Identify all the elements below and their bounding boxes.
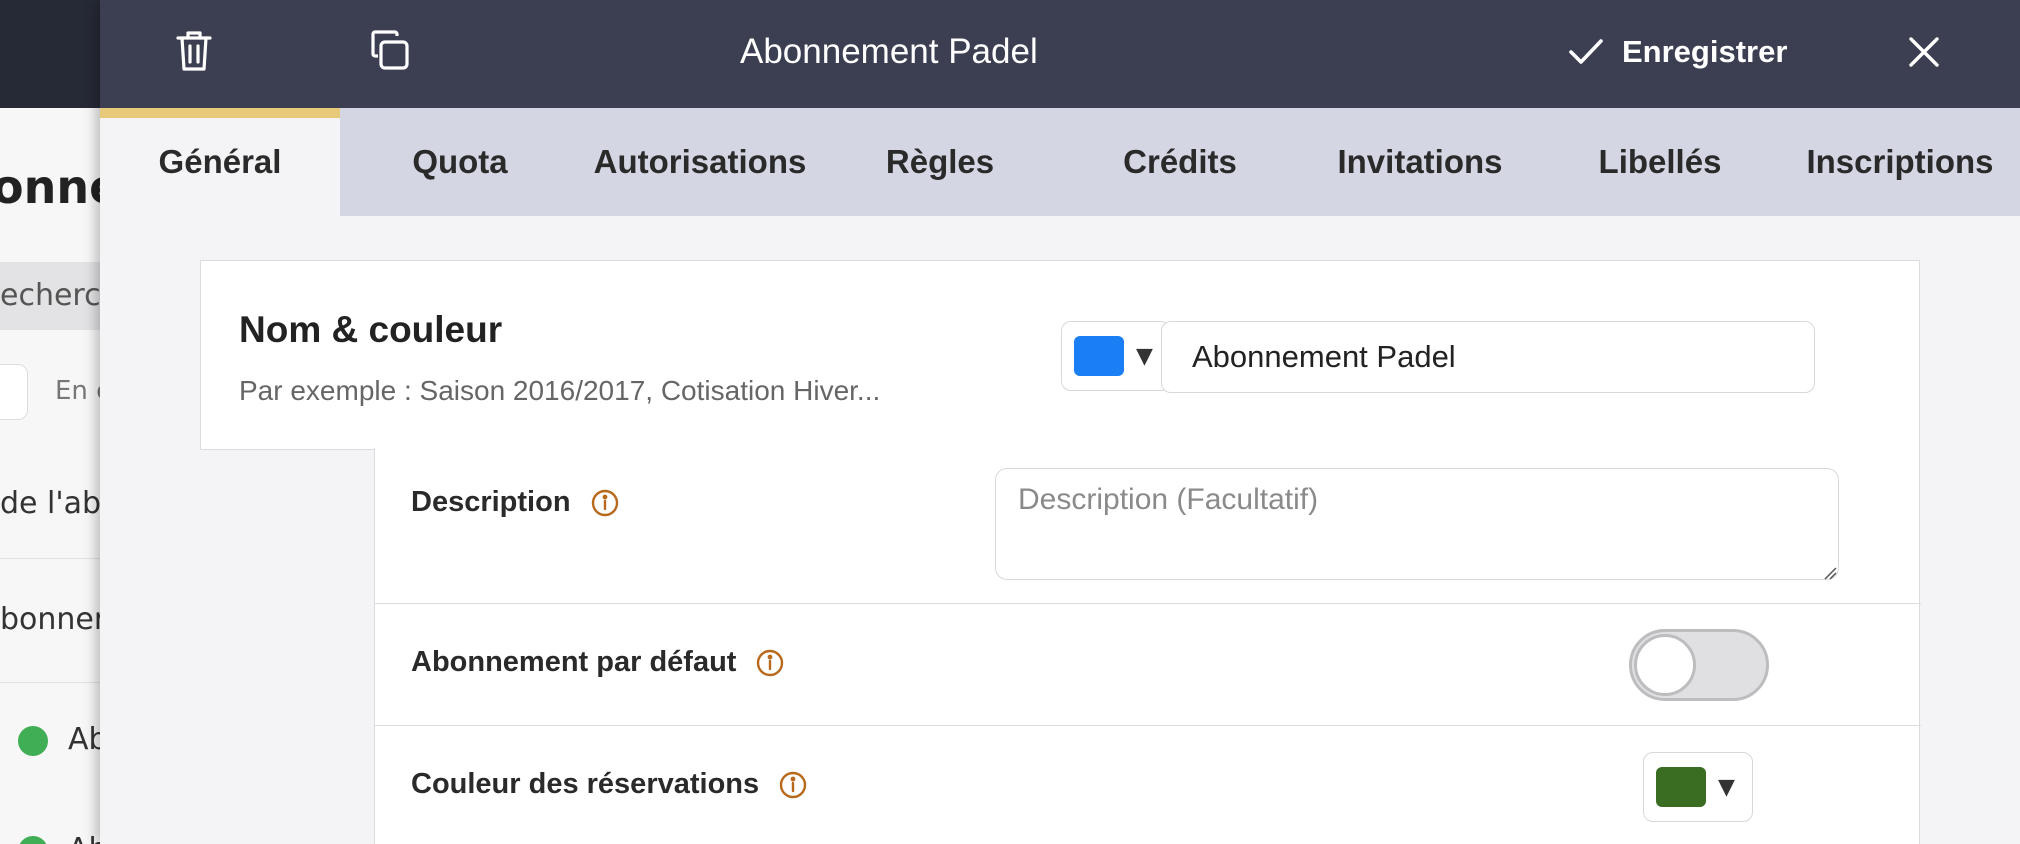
tab-invitations[interactable]: Invitations (1300, 108, 1540, 216)
background-divider (0, 558, 110, 559)
booking-color-picker[interactable]: ▼ (1643, 752, 1753, 822)
default-subscription-row: Abonnement par défaut (375, 604, 1921, 726)
info-icon[interactable] (779, 771, 807, 799)
tab-general[interactable]: Général (100, 108, 340, 216)
description-row: Description (375, 448, 1921, 604)
info-icon[interactable] (756, 649, 784, 677)
tab-inscriptions[interactable]: Inscriptions (1780, 108, 2020, 216)
save-button[interactable]: Enregistrer (1568, 26, 1787, 78)
subscription-name-input[interactable] (1161, 321, 1815, 393)
tab-credits[interactable]: Crédits (1060, 108, 1300, 216)
default-subscription-toggle[interactable] (1629, 629, 1769, 701)
color-swatch (1074, 336, 1124, 376)
panel-header: Abonnement Padel Enregistrer (100, 0, 2020, 108)
info-icon[interactable] (591, 489, 619, 517)
tab-autorisations[interactable]: Autorisations (580, 108, 820, 216)
name-color-section: Nom & couleur Par exemple : Saison 2016/… (200, 260, 1920, 450)
check-icon (1569, 39, 1603, 64)
color-swatch (1656, 767, 1706, 807)
settings-rows: Description Abonnement par (374, 448, 1921, 844)
description-textarea[interactable] (995, 468, 1839, 580)
booking-color-row: Couleur des réservations ▼ (375, 726, 1921, 844)
tab-libelles[interactable]: Libellés (1540, 108, 1780, 216)
tab-bar: Général Quota Autorisations Règles Crédi… (100, 108, 2020, 216)
toggle-knob (1634, 634, 1696, 696)
background-divider (0, 682, 110, 683)
status-dot (18, 836, 48, 844)
section-subtitle: Par exemple : Saison 2016/2017, Cotisati… (239, 375, 881, 406)
resize-handle-icon[interactable] (1823, 566, 1837, 580)
background-topbar (0, 0, 110, 108)
description-label: Description (411, 486, 571, 518)
trash-icon[interactable] (172, 26, 216, 76)
tab-quota[interactable]: Quota (340, 108, 580, 216)
panel-title: Abonnement Padel (740, 32, 1038, 71)
background-filter-chip (0, 364, 28, 420)
tab-regles[interactable]: Règles (820, 108, 1060, 216)
default-subscription-label: Abonnement par défaut (411, 646, 737, 678)
booking-color-label: Couleur des réservations (411, 768, 760, 800)
background-page-title: onne (0, 160, 110, 214)
booking-color-label-group: Couleur des réservations (411, 768, 807, 801)
background-row-text: de l'abo (0, 486, 110, 521)
close-button[interactable] (1900, 28, 1948, 76)
background-page: onne echercl En c de l'abo bonner Ab Ab (0, 0, 110, 844)
general-settings-card: Nom & couleur Par exemple : Saison 2016/… (200, 260, 1921, 844)
status-dot (18, 726, 48, 756)
name-color-picker[interactable]: ▼ (1061, 321, 1171, 391)
dropdown-caret-icon: ▼ (1718, 774, 1735, 800)
subscription-editor-panel: Abonnement Padel Enregistrer Général Quo… (100, 0, 2020, 844)
default-subscription-label-group: Abonnement par défaut (411, 646, 784, 679)
duplicate-icon[interactable] (368, 26, 412, 76)
background-row-text: bonner (0, 602, 107, 637)
save-button-label: Enregistrer (1622, 34, 1788, 69)
description-label-group: Description (411, 486, 619, 519)
dropdown-caret-icon: ▼ (1136, 343, 1153, 369)
close-icon (1909, 37, 1939, 67)
section-title: Nom & couleur (239, 309, 503, 350)
background-search-text: echercl (0, 278, 109, 313)
